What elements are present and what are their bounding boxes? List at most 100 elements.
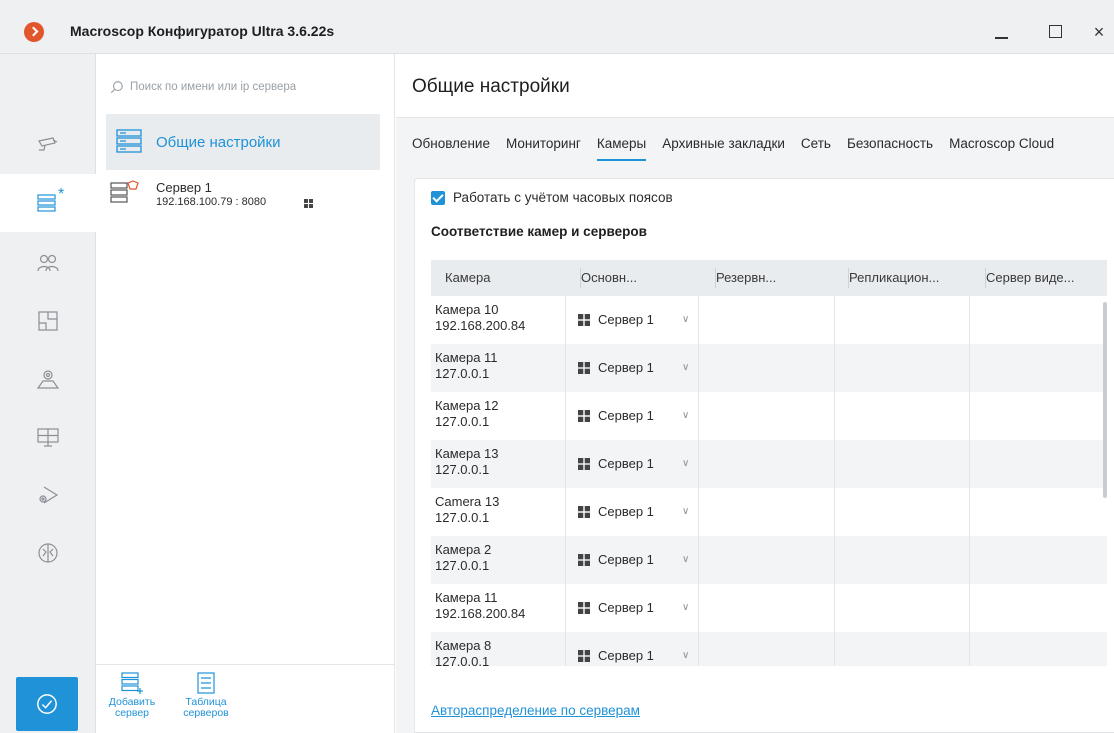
table-row[interactable]: Камера 13 127.0.0.1 Сервер 1 ∨ — [431, 440, 1107, 488]
camera-ip: 127.0.0.1 — [435, 414, 490, 429]
column-header-replication-server[interactable]: Репликацион... — [847, 260, 939, 296]
camera-ip: 127.0.0.1 — [435, 366, 490, 381]
main-server-select[interactable]: Сервер 1 ∨ — [565, 536, 699, 584]
column-divider — [969, 392, 970, 440]
camera-name: Камера 11 — [435, 350, 498, 365]
apply-button[interactable] — [16, 677, 78, 731]
camera-name: Камера 11 — [435, 590, 498, 605]
column-divider — [834, 488, 835, 536]
table-row[interactable]: Камера 11 127.0.0.1 Сервер 1 ∨ — [431, 344, 1107, 392]
search-icon — [110, 81, 123, 94]
timezone-checkbox-row[interactable]: Работать с учётом часовых поясов — [431, 190, 673, 205]
column-header-video-server[interactable]: Сервер виде... — [985, 260, 1075, 296]
rail-item-servers[interactable]: * — [0, 174, 96, 232]
camera-cell: Камера 10 192.168.200.84 — [435, 302, 525, 334]
tab-security[interactable]: Безопасность — [847, 136, 933, 161]
servers-panel-footer: Добавить сервер Таблица серверов — [96, 664, 395, 733]
main-server-select[interactable]: Сервер 1 ∨ — [565, 632, 699, 666]
table-row[interactable]: Камера 12 127.0.0.1 Сервер 1 ∨ — [431, 392, 1107, 440]
column-divider — [969, 584, 970, 632]
main-server-select[interactable]: Сервер 1 ∨ — [565, 584, 699, 632]
general-settings-label: Общие настройки — [156, 133, 281, 151]
chevron-down-icon: ∨ — [682, 602, 690, 613]
search-box — [110, 76, 390, 98]
chevron-down-icon: ∨ — [682, 458, 690, 469]
camera-cell: Камера 8 127.0.0.1 — [435, 638, 491, 666]
column-divider — [969, 488, 970, 536]
server-warning-icon — [110, 180, 139, 203]
server-address: 192.168.100.79 : 8080 — [156, 196, 267, 208]
tab-macroscop-cloud[interactable]: Macroscop Cloud — [949, 136, 1054, 161]
camera-cell: Камера 12 127.0.0.1 — [435, 398, 499, 430]
column-divider — [969, 440, 970, 488]
autodistribute-link[interactable]: Автораспределение по серверам — [431, 703, 640, 718]
column-header-main-server[interactable]: Основн... — [580, 260, 637, 296]
camera-name: Camera 13 — [435, 494, 500, 509]
column-divider — [969, 296, 970, 344]
server-table-button[interactable]: Таблица серверов — [176, 671, 236, 719]
map-icon — [36, 370, 60, 389]
table-body: Камера 10 192.168.200.84 Сервер 1 ∨ Камера 1… — [431, 296, 1107, 666]
camera-settings-icon — [39, 486, 59, 504]
rail-item-maps[interactable] — [0, 350, 96, 408]
server-group-icon — [116, 129, 142, 153]
timezone-checkbox[interactable] — [431, 190, 445, 205]
table-row[interactable]: Камера 11 192.168.200.84 Сервер 1 ∨ — [431, 584, 1107, 632]
camera-icon — [38, 137, 58, 151]
search-input[interactable] — [130, 81, 380, 93]
camera-cell: Камера 11 127.0.0.1 — [435, 350, 498, 382]
minimize-button[interactable] — [990, 20, 1014, 44]
tab-archive-bookmarks[interactable]: Архивные закладки — [662, 136, 785, 161]
camera-cell: Камера 2 127.0.0.1 — [435, 542, 491, 574]
column-divider — [834, 392, 835, 440]
column-header-camera[interactable]: Камера — [445, 260, 490, 296]
tab-cameras[interactable]: Камеры — [596, 136, 647, 161]
window-title: Macroscop Конфигуратор Ultra 3.6.22s — [70, 23, 335, 39]
table-row[interactable]: Камера 10 192.168.200.84 Сервер 1 ∨ — [431, 296, 1107, 344]
camera-server-table: Камера Основн... Резервн... Репликацион.… — [431, 260, 1107, 666]
camera-cell: Камера 13 127.0.0.1 — [435, 446, 499, 478]
camera-cell: Камера 11 192.168.200.84 — [435, 590, 525, 622]
table-scrollbar[interactable] — [1103, 302, 1107, 498]
tab-monitoring[interactable]: Мониторинг — [506, 136, 581, 161]
rail-item-users[interactable] — [0, 234, 96, 292]
chevron-down-icon: ∨ — [682, 506, 690, 517]
app-logo-icon — [24, 22, 44, 42]
camera-cell: Camera 13 127.0.0.1 — [435, 494, 499, 526]
rail-item-cameras[interactable] — [0, 116, 96, 174]
table-row[interactable]: Камера 2 127.0.0.1 Сервер 1 ∨ — [431, 536, 1107, 584]
camera-ip: 127.0.0.1 — [435, 558, 490, 573]
windows-icon — [578, 458, 590, 470]
column-divider — [834, 584, 835, 632]
sidebar-item-general-settings[interactable]: Общие настройки — [106, 114, 380, 170]
main-server-select[interactable]: Сервер 1 ∨ — [565, 440, 699, 488]
maximize-button[interactable] — [1043, 20, 1067, 44]
main-server-value: Сервер 1 — [598, 312, 654, 327]
column-divider — [834, 344, 835, 392]
column-header-backup-server[interactable]: Резервн... — [714, 260, 776, 296]
tab-updates[interactable]: Обновление — [412, 136, 490, 161]
main-server-select[interactable]: Сервер 1 ∨ — [565, 488, 699, 536]
rail-item-camera-settings[interactable] — [0, 466, 96, 524]
rail-item-workstations[interactable] — [0, 408, 96, 466]
table-row[interactable]: Camera 13 127.0.0.1 Сервер 1 ∨ — [431, 488, 1107, 536]
server-table-label: Таблица серверов — [183, 696, 229, 719]
main-server-value: Сервер 1 — [598, 552, 654, 567]
rail-item-layouts[interactable] — [0, 292, 96, 350]
add-server-button[interactable]: Добавить сервер — [102, 671, 162, 719]
main-server-select[interactable]: Сервер 1 ∨ — [565, 392, 699, 440]
table-row[interactable]: Камера 8 127.0.0.1 Сервер 1 ∨ — [431, 632, 1107, 666]
column-divider — [834, 632, 835, 666]
camera-ip: 192.168.200.84 — [435, 318, 526, 333]
main-server-select[interactable]: Сервер 1 ∨ — [565, 344, 699, 392]
main-server-value: Сервер 1 — [598, 408, 654, 423]
main-server-select[interactable]: Сервер 1 ∨ — [565, 296, 699, 344]
camera-ip: 127.0.0.1 — [435, 510, 490, 525]
tab-network[interactable]: Сеть — [801, 136, 831, 161]
chevron-down-icon: ∨ — [682, 362, 690, 373]
close-button[interactable]: × — [1087, 20, 1111, 44]
rail-item-analytics[interactable] — [0, 524, 96, 582]
sidebar-item-server[interactable]: Сервер 1 192.168.100.79 : 8080 — [110, 178, 380, 214]
check-circle-icon — [37, 694, 57, 714]
column-divider — [834, 296, 835, 344]
